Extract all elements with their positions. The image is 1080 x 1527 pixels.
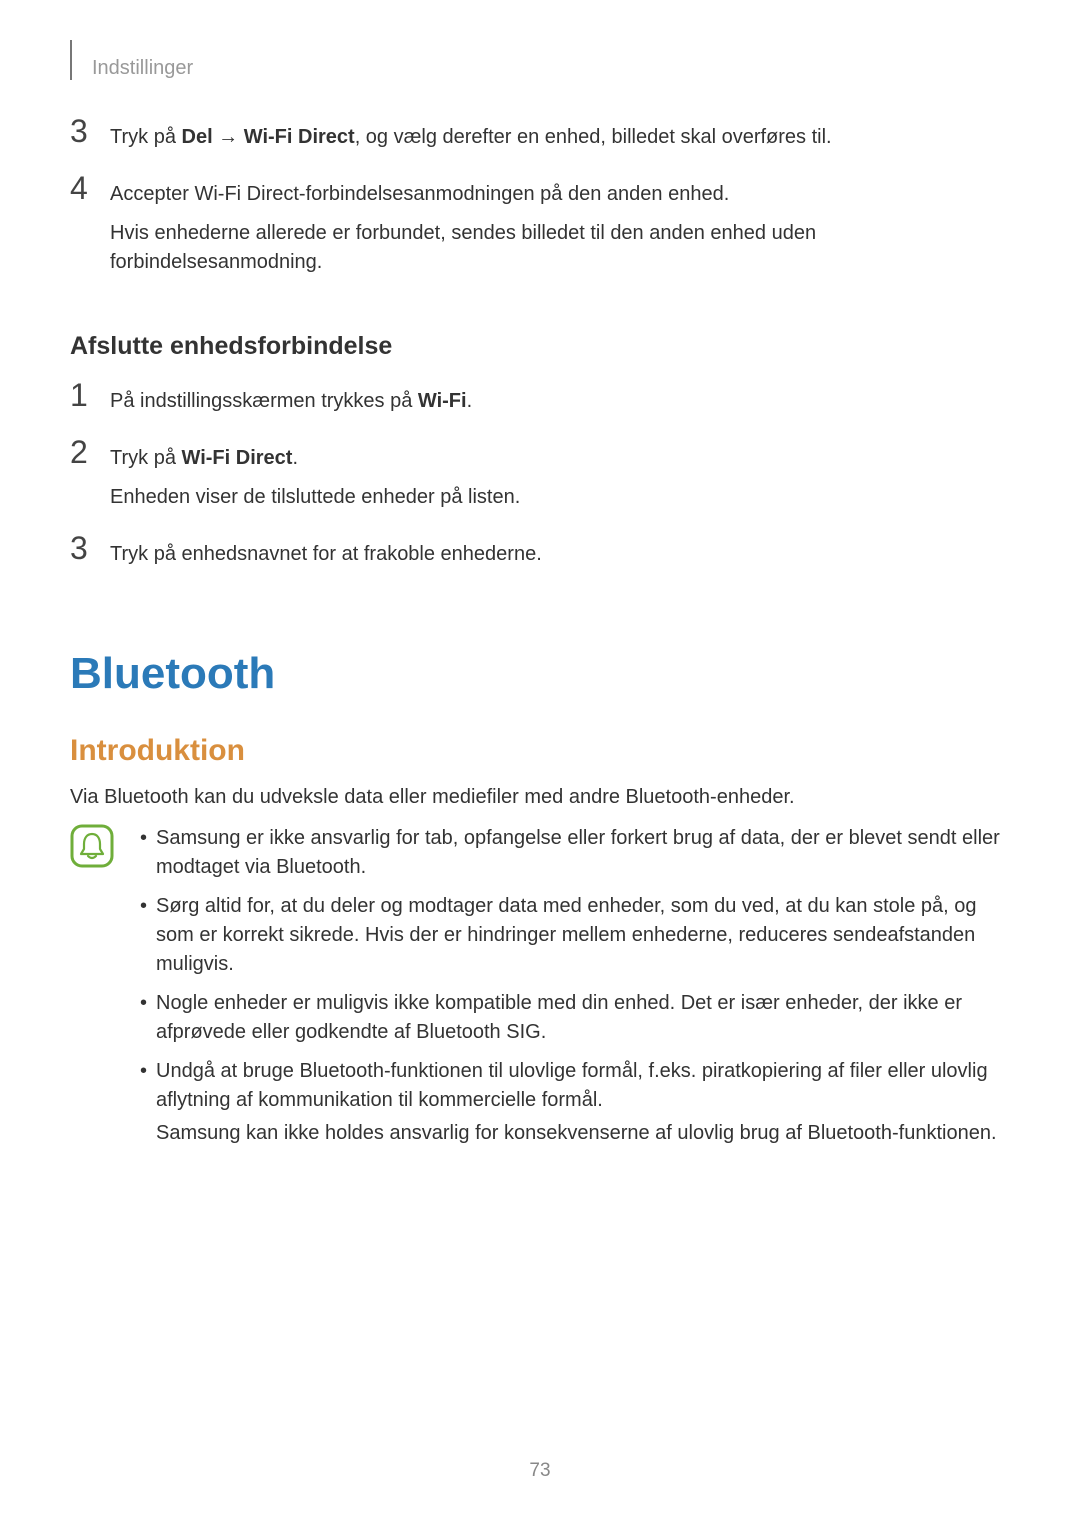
step-body: Accepter Wi-Fi Direct-forbindelsesanmodn… — [110, 172, 1010, 287]
step-number: 3 — [70, 115, 110, 147]
step-number: 3 — [70, 532, 110, 564]
step-number: 2 — [70, 436, 110, 468]
note-bullet: Nogle enheder er muligvis ikke kompatibl… — [134, 989, 1010, 1047]
note-block: Samsung er ikke ansvarlig for tab, opfan… — [70, 824, 1010, 1158]
note-bullet: Sørg altid for, at du deler og modtager … — [134, 892, 1010, 979]
page-number: 73 — [0, 1460, 1080, 1482]
header-section-label: Indstillinger — [92, 57, 193, 80]
step-body: Tryk på Wi-Fi Direct.Enheden viser de ti… — [110, 436, 1010, 522]
wifi-direct-step: 4Accepter Wi-Fi Direct-forbindelsesanmod… — [70, 172, 1010, 287]
heading-bluetooth: Bluetooth — [70, 649, 1010, 699]
disconnect-step: 1På indstillingsskærmen trykkes på Wi-Fi… — [70, 379, 1010, 426]
note-bullet: Samsung er ikke ansvarlig for tab, opfan… — [134, 824, 1010, 882]
step-body: På indstillingsskærmen trykkes på Wi-Fi. — [110, 379, 1010, 426]
disconnect-step: 3Tryk på enhedsnavnet for at frakoble en… — [70, 532, 1010, 579]
intro-paragraph: Via Bluetooth kan du udveksle data eller… — [70, 783, 1010, 812]
note-bullet: Undgå at bruge Bluetooth-funktionen til … — [134, 1057, 1010, 1148]
bell-note-icon — [70, 824, 114, 868]
disconnect-step: 2Tryk på Wi-Fi Direct.Enheden viser de t… — [70, 436, 1010, 522]
step-number: 1 — [70, 379, 110, 411]
wifi-direct-step: 3Tryk på Del → Wi-Fi Direct, og vælg der… — [70, 115, 1010, 162]
heading-introduction: Introduktion — [70, 734, 1010, 768]
step-body: Tryk på Del → Wi-Fi Direct, og vælg dere… — [110, 115, 1010, 162]
page-header: Indstillinger — [70, 40, 1010, 80]
step-body: Tryk på enhedsnavnet for at frakoble enh… — [110, 532, 1010, 579]
note-bullet-list: Samsung er ikke ansvarlig for tab, opfan… — [134, 824, 1010, 1158]
subheading-disconnect: Afslutte enhedsforbindelse — [70, 332, 1010, 361]
step-number: 4 — [70, 172, 110, 204]
